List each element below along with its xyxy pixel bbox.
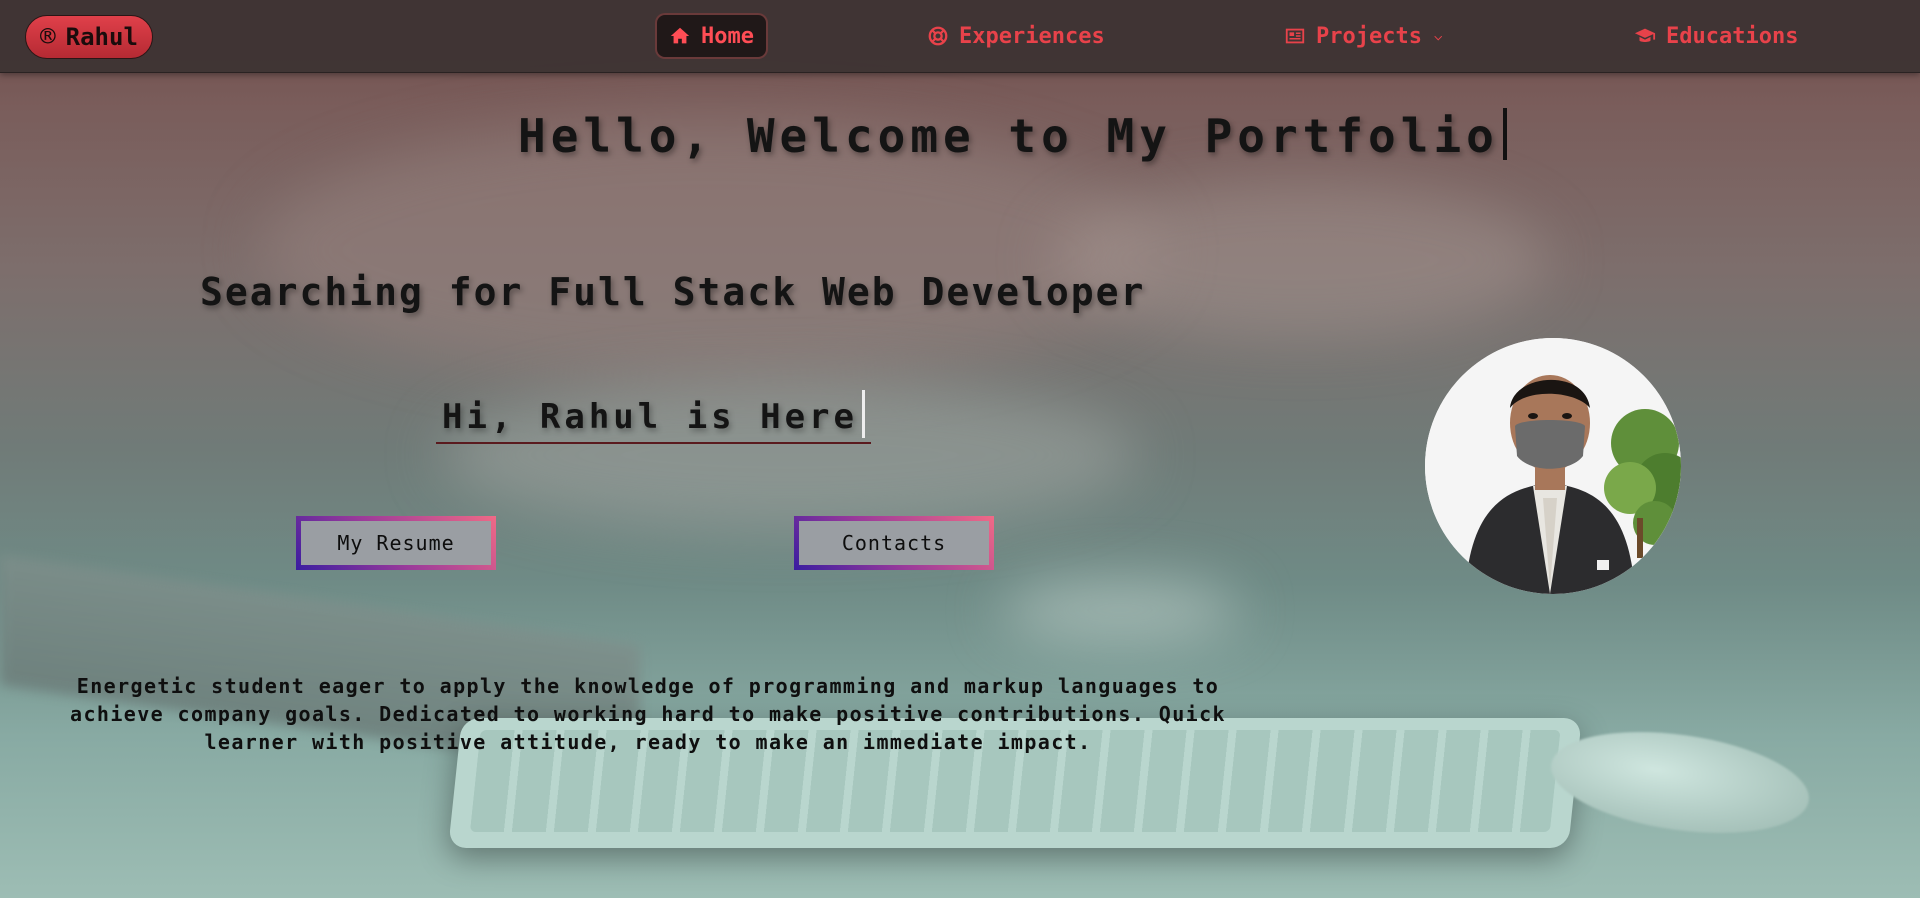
mouse-shape	[1544, 717, 1816, 848]
contacts-button[interactable]: Contacts	[794, 516, 994, 570]
lifebuoy-icon	[928, 26, 948, 46]
headline: Searching for Full Stack Web Developer	[200, 270, 1146, 314]
summary-text: Energetic student eager to apply the kno…	[70, 674, 1226, 754]
resume-button[interactable]: My Resume	[296, 516, 496, 570]
graduation-cap-icon	[1634, 28, 1656, 42]
registered-icon: ®	[40, 22, 56, 52]
home-icon	[670, 27, 690, 44]
nav-experiences-label: Experiences	[959, 23, 1105, 49]
profile-avatar	[1425, 338, 1681, 594]
nav-projects[interactable]: Projects ⌵	[1272, 15, 1454, 57]
greeting: Hi, Rahul is Here	[436, 388, 871, 444]
nav-projects-label: Projects	[1316, 23, 1422, 49]
profile-photo	[1425, 338, 1681, 594]
top-navbar: ® Rahul Home Experiences Projects ⌵ Educ…	[0, 0, 1920, 73]
resume-button-label: My Resume	[301, 521, 491, 565]
greeting-text: Hi, Rahul is Here	[442, 397, 858, 437]
nav-experiences[interactable]: Experiences	[915, 15, 1117, 57]
welcome-heading: Hello, Welcome to My Portfolio	[518, 108, 1507, 163]
nav-educations-label: Educations	[1666, 23, 1799, 49]
greeting-cursor	[862, 390, 865, 438]
newspaper-icon	[1285, 28, 1305, 44]
nav-home[interactable]: Home	[657, 15, 766, 57]
contacts-button-label: Contacts	[799, 521, 989, 565]
chevron-down-icon: ⌵	[1433, 28, 1443, 44]
nav-home-label: Home	[701, 23, 754, 49]
nav-educations[interactable]: Educations	[1622, 15, 1810, 57]
brand-button[interactable]: ® Rahul	[25, 15, 153, 59]
brand-name: Rahul	[65, 23, 138, 51]
typing-cursor	[1502, 108, 1507, 160]
welcome-text: Hello, Welcome to My Portfolio	[518, 109, 1499, 163]
